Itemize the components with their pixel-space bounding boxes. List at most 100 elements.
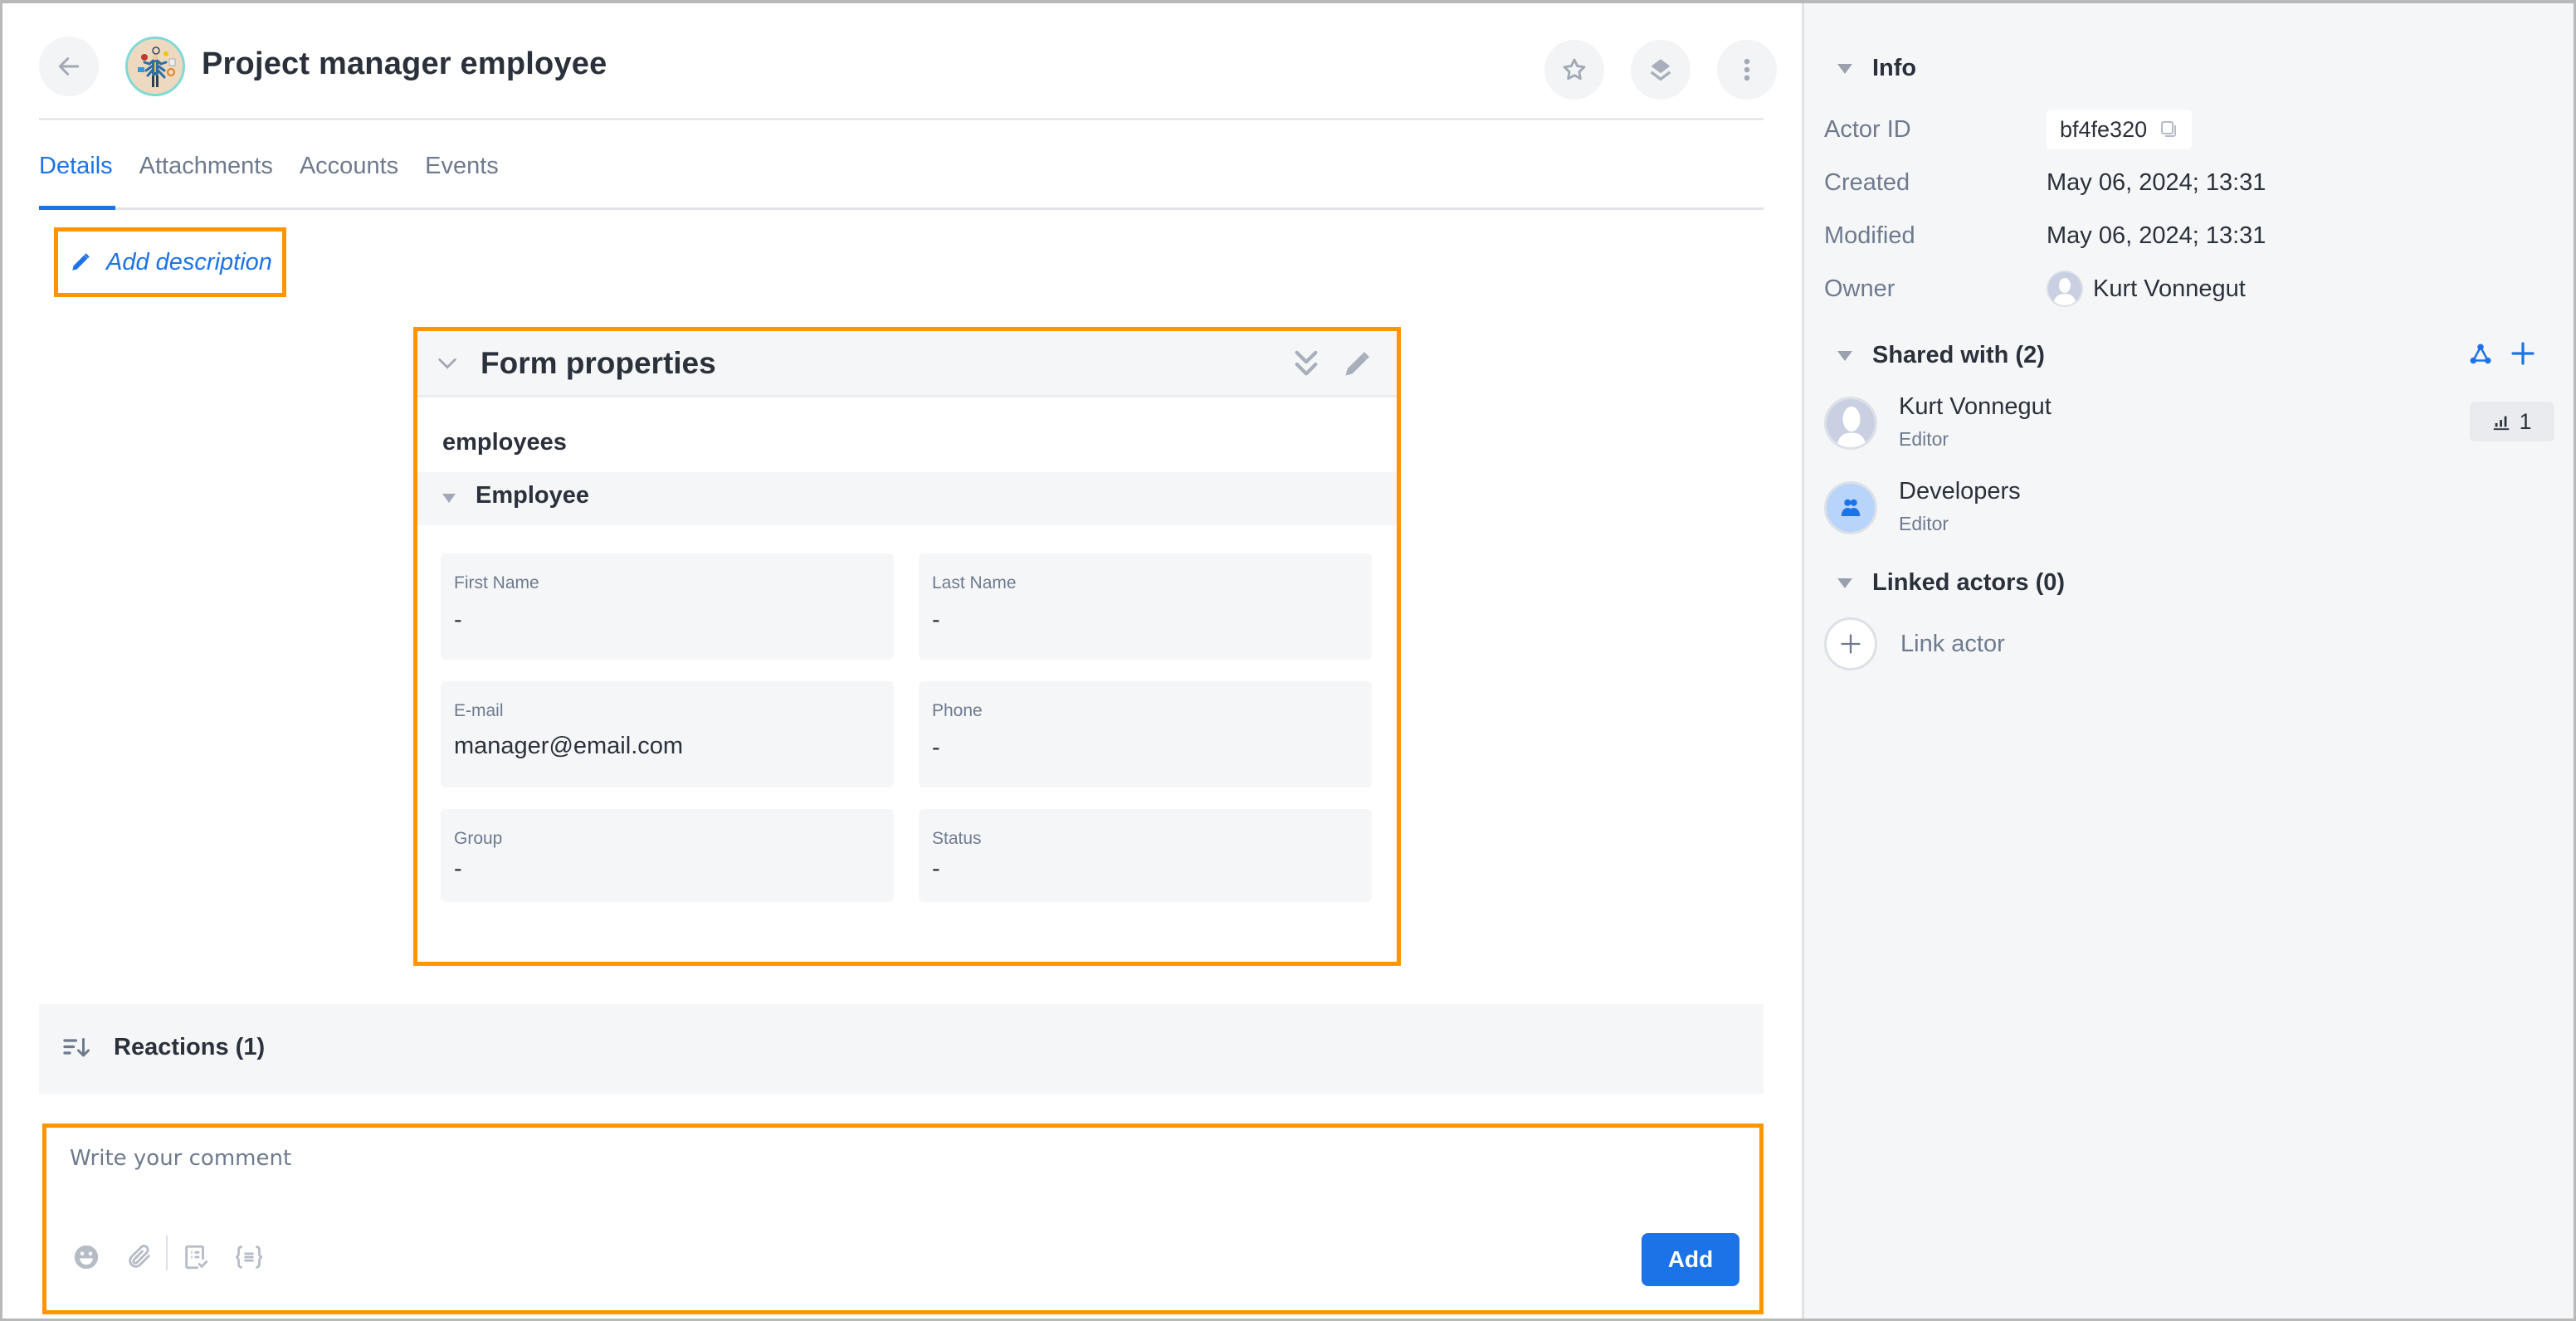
checklist-button[interactable] <box>179 1241 212 1274</box>
bar-chart-icon <box>2494 416 2510 431</box>
field-label: Group <box>454 829 503 848</box>
field-label: E-mail <box>454 701 504 720</box>
employee-section-header[interactable]: Employee <box>417 472 1397 525</box>
back-button[interactable] <box>39 37 99 96</box>
form-properties-header[interactable]: Form properties <box>417 331 1397 397</box>
active-tab-indicator <box>39 206 115 210</box>
paperclip-icon <box>129 1245 150 1268</box>
owner-label: Owner <box>1824 275 1895 302</box>
pencil-icon <box>72 253 90 271</box>
collapse-all-icon[interactable] <box>1292 348 1320 381</box>
chevron-down-icon[interactable] <box>436 354 459 373</box>
field-value: - <box>932 734 940 761</box>
owner-avatar <box>2047 271 2083 307</box>
field-group: Group - <box>441 809 894 902</box>
arrow-left-icon <box>58 57 80 76</box>
tab-attachments[interactable]: Attachments <box>139 153 273 202</box>
page-title: Project manager employee <box>202 46 607 81</box>
variables-button[interactable] <box>232 1241 266 1274</box>
shared-section-header[interactable]: Shared with (2) <box>1837 342 2045 369</box>
sort-descending-icon[interactable] <box>62 1036 92 1060</box>
shared-group-role: Editor <box>1899 513 1949 534</box>
share-network-icon[interactable] <box>2468 342 2493 367</box>
comment-composer: Add <box>42 1124 1764 1314</box>
caret-down-icon <box>1837 350 1852 361</box>
caret-down-icon <box>1837 63 1852 74</box>
shared-item[interactable]: Developers Editor <box>1824 478 2554 544</box>
more-options-button[interactable] <box>1717 40 1777 100</box>
actor-id-label: Actor ID <box>1824 116 1911 143</box>
plus-icon <box>1841 634 1861 654</box>
field-label: Last Name <box>932 573 1017 592</box>
form-name: employees <box>442 429 567 456</box>
access-level-badge[interactable]: 1 <box>2470 402 2554 441</box>
field-label: Status <box>932 829 982 848</box>
user-avatar <box>1824 397 1877 450</box>
layers-button[interactable] <box>1631 40 1690 100</box>
employee-section-title: Employee <box>476 482 589 509</box>
tabs-divider <box>39 207 1764 210</box>
attach-button[interactable] <box>123 1241 156 1274</box>
user-silhouette-icon <box>1827 399 1875 447</box>
shared-section-title: Shared with (2) <box>1872 342 2045 368</box>
user-silhouette-icon <box>2048 272 2081 305</box>
linked-actors-title: Linked actors (0) <box>1872 569 2066 596</box>
group-avatar <box>1824 481 1877 534</box>
tab-accounts[interactable]: Accounts <box>300 153 398 202</box>
caret-down-icon <box>442 494 456 503</box>
more-vertical-icon <box>1744 58 1750 81</box>
add-comment-button[interactable]: Add <box>1642 1233 1739 1286</box>
owner-value[interactable]: Kurt Vonnegut <box>2047 271 2246 307</box>
tab-bar: Details Attachments Accounts Events <box>39 153 499 202</box>
copy-icon[interactable] <box>2159 119 2178 139</box>
field-email: E-mail manager@email.com <box>441 681 894 787</box>
group-icon <box>1841 499 1861 516</box>
info-section-title: Info <box>1872 55 1917 81</box>
actor-avatar <box>125 37 185 96</box>
form-properties-title: Form properties <box>481 346 716 380</box>
star-icon <box>1563 58 1586 80</box>
edit-pencil-icon[interactable] <box>1342 349 1372 379</box>
linked-actors-section-header[interactable]: Linked actors (0) <box>1837 569 2065 597</box>
link-actor-button[interactable]: Link actor <box>1824 617 2005 670</box>
access-level-value: 1 <box>2519 408 2532 434</box>
modified-label: Modified <box>1824 222 1915 249</box>
plus-circle <box>1824 617 1877 670</box>
shared-user-role: Editor <box>1899 428 1949 450</box>
field-value: - <box>454 855 462 882</box>
emoji-button[interactable] <box>70 1241 103 1274</box>
info-section-header[interactable]: Info <box>1837 55 1916 82</box>
project-manager-illustration-icon <box>128 39 183 94</box>
tab-details[interactable]: Details <box>39 153 113 202</box>
field-first-name: First Name - <box>441 553 894 660</box>
created-value: May 06, 2024; 13:31 <box>2047 169 2266 196</box>
field-value: - <box>932 607 940 633</box>
favorite-button[interactable] <box>1544 40 1604 100</box>
shared-item[interactable]: Kurt Vonnegut Editor 1 <box>1824 393 2554 460</box>
layers-icon <box>1650 59 1671 81</box>
field-value: manager@email.com <box>454 733 684 759</box>
field-value: - <box>932 855 940 882</box>
modified-value: May 06, 2024; 13:31 <box>2047 222 2266 249</box>
owner-name: Kurt Vonnegut <box>2093 275 2246 302</box>
link-actor-label: Link actor <box>1900 630 2005 657</box>
field-label: Phone <box>932 701 983 720</box>
emoji-icon <box>74 1245 99 1270</box>
comment-input[interactable] <box>70 1146 1647 1212</box>
toolbar-divider <box>166 1236 168 1270</box>
tab-events[interactable]: Events <box>425 153 499 202</box>
shared-group-name: Developers <box>1899 478 2021 505</box>
add-description-button[interactable]: Add description <box>54 227 286 297</box>
code-braces-icon <box>235 1245 263 1269</box>
add-share-icon[interactable] <box>2510 340 2536 367</box>
field-phone: Phone - <box>919 681 1372 787</box>
field-last-name: Last Name - <box>919 553 1372 660</box>
created-label: Created <box>1824 169 1910 196</box>
checklist-icon <box>185 1245 208 1270</box>
main-panel: Project manager employee Details Attachm… <box>2 3 1802 1319</box>
field-value: - <box>454 607 462 633</box>
actor-id-chip[interactable]: bf4fe320 <box>2047 110 2193 149</box>
reactions-label: Reactions (1) <box>114 1034 266 1060</box>
header-divider <box>39 118 1764 120</box>
reactions-bar[interactable]: Reactions (1) <box>39 1004 1764 1094</box>
